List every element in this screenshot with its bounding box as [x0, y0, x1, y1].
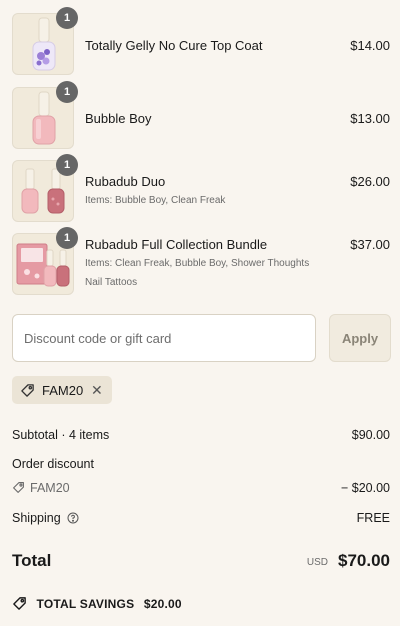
tag-icon: [20, 383, 35, 403]
product-price: $13.00: [350, 111, 390, 126]
product-price: $26.00: [350, 174, 390, 189]
product-bundle-items: Items: Clean Freak, Bubble Boy, Shower T…: [85, 258, 310, 269]
line-item: 1 Bubble Boy $13.00: [12, 81, 390, 149]
total-savings: TOTAL SAVINGS $20.00: [12, 596, 182, 614]
quantity-badge: 1: [56, 81, 78, 103]
applied-discount-code: FAM20: [42, 383, 84, 398]
total-savings-label: TOTAL SAVINGS: [36, 597, 135, 611]
total-savings-value: $20.00: [143, 597, 182, 611]
subtotal-label: Subtotal · 4 items: [12, 428, 110, 442]
tag-icon: [12, 481, 25, 497]
total-value: $70.00: [338, 551, 390, 570]
applied-discount-chip: FAM20 ✕: [12, 376, 112, 404]
close-icon[interactable]: ✕: [91, 382, 103, 399]
discount-code-input[interactable]: [12, 314, 316, 362]
line-item: 1 Rubadub Full Collection Bundle Items: …: [12, 227, 390, 295]
currency-code: USD: [306, 557, 328, 568]
line-item: 1 Totally Gelly No Cure Top Coat $14.00: [12, 7, 390, 75]
product-bundle-items: Items: Bubble Boy, Clean Freak: [85, 195, 226, 206]
product-name: Rubadub Full Collection Bundle: [85, 237, 268, 252]
apply-discount-button[interactable]: Apply: [329, 314, 391, 362]
total-label: Total: [12, 551, 52, 570]
quantity-badge: 1: [56, 154, 78, 176]
order-discount-label: Order discount: [12, 457, 94, 471]
subtotal-value: $90.00: [351, 428, 390, 442]
product-name: Totally Gelly No Cure Top Coat: [85, 38, 263, 53]
order-discount-code: FAM20: [12, 481, 70, 495]
shipping-value: FREE: [356, 511, 390, 525]
shipping-row-label: Shipping: [12, 511, 132, 527]
product-name: Rubadub Duo: [85, 174, 166, 189]
quantity-badge: 1: [56, 7, 78, 29]
product-price: $37.00: [350, 237, 390, 252]
shipping-label: Shipping: [12, 511, 61, 525]
product-bundle-items-continued: Nail Tattoos: [85, 277, 138, 288]
order-discount-code-text: FAM20: [30, 481, 70, 495]
info-circle-icon[interactable]: [67, 512, 79, 527]
line-item: 1 Rubadub Duo Items: Bubble Boy, Clean F…: [12, 154, 390, 222]
product-name: Bubble Boy: [85, 111, 152, 126]
product-price: $14.00: [350, 38, 390, 53]
quantity-badge: 1: [56, 227, 78, 249]
tag-icon: [12, 596, 27, 614]
order-discount-value: − $20.00: [340, 481, 390, 495]
